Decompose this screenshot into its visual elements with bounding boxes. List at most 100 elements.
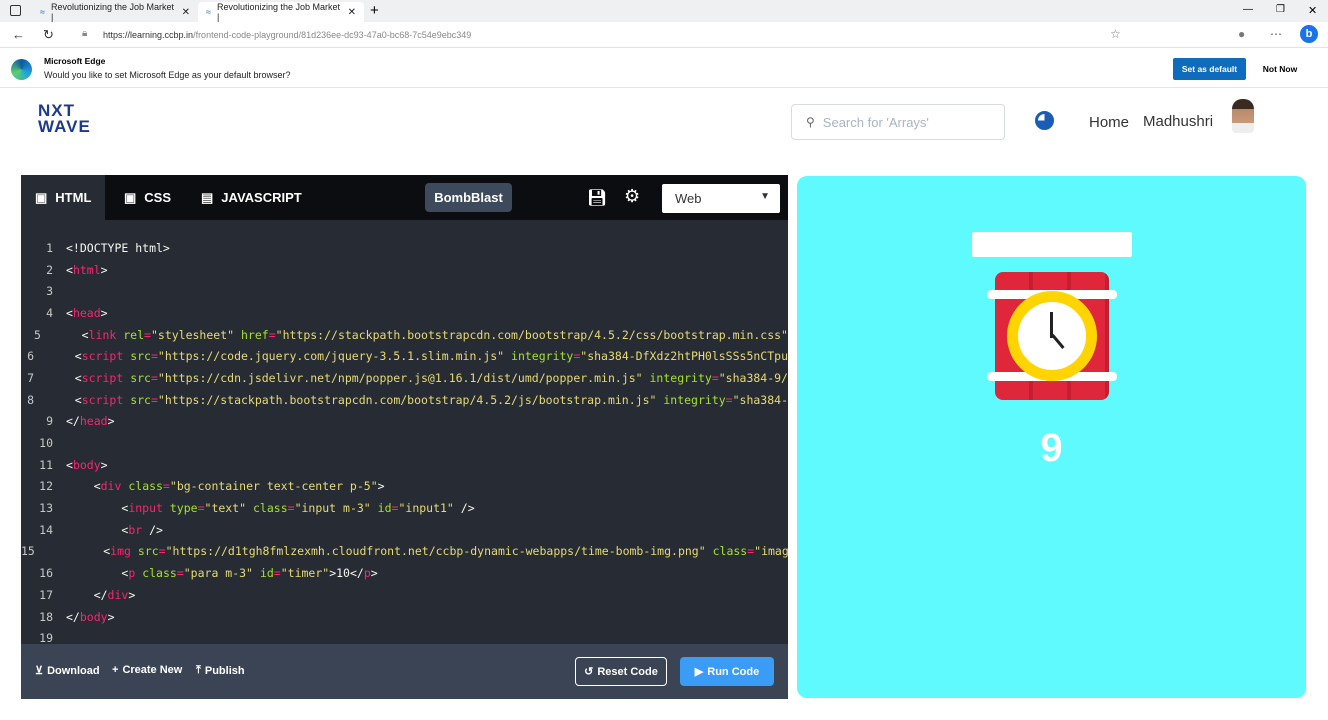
avatar[interactable] [1232, 99, 1254, 133]
close-window-icon[interactable]: ✕ [1308, 4, 1317, 17]
code-line[interactable]: 9 </head > [21, 411, 788, 433]
publish-button[interactable]: ⤒ Publish [196, 664, 245, 677]
line-number: 1 [46, 240, 53, 255]
code-line[interactable]: 17 </div > [21, 584, 788, 606]
close-tab-icon[interactable]: ✕ [182, 7, 190, 18]
code-token: "text" [204, 501, 247, 516]
code-line[interactable]: 11 < body > [21, 454, 788, 476]
resize-handle[interactable] [790, 405, 793, 445]
save-icon[interactable]: 💾︎ [587, 188, 607, 208]
code-line[interactable]: 1 <!DOCTYPE html> [21, 237, 788, 259]
create-label: Create New [122, 664, 183, 676]
code-token: "timer" [280, 566, 330, 581]
code-line[interactable]: 8 < script src = "https://stackpath.bootstr… [21, 389, 788, 411]
code-token: > [107, 414, 115, 429]
browser-tab[interactable]: ≈ Revolutionizing the Job Market | ✕ [32, 2, 198, 22]
code-editor: ▣ HTML ▣ CSS ▤ JAVASCRIPT BombBlast 💾︎ ⚙ We… [21, 175, 789, 699]
download-button[interactable]: ⊻ Download [35, 664, 100, 678]
url-field[interactable]: https://learning.ccbp.in/frontend-code-p… [103, 30, 471, 40]
code-line[interactable]: 5 < link rel = "stylesheet" href = "https://s… [21, 324, 788, 346]
code-token: = [268, 327, 276, 342]
search-input[interactable]: ⚲ Search for 'Arrays' [791, 104, 1005, 140]
default-browser-notification: Microsoft Edge Would you like to set Mic… [0, 49, 1328, 88]
code-token: head [72, 305, 101, 320]
tab-actions-icon[interactable] [10, 5, 21, 16]
tab-label: CSS [144, 190, 172, 205]
profile-icon[interactable]: ● [1238, 27, 1245, 41]
back-icon[interactable]: ← [12, 27, 25, 42]
publish-label: Publish [204, 664, 245, 677]
code-token: = [197, 501, 205, 516]
text-input[interactable] [972, 232, 1132, 257]
code-line[interactable]: 12 < div class = "bg-container text-center … [21, 476, 788, 498]
gear-icon[interactable]: ⚙ [624, 186, 640, 207]
code-token: script [81, 392, 124, 407]
line-number: 6 [27, 349, 35, 364]
code-line[interactable]: 2 < html > [21, 259, 788, 281]
view-select[interactable]: Web ▼ [662, 184, 780, 213]
code-line[interactable]: 16 < p class = "para m-3" id = "timer" >10</p > [21, 562, 788, 584]
stopwatch-icon[interactable] [1035, 111, 1054, 130]
code-token: script [81, 349, 124, 364]
code-token: > [100, 262, 108, 277]
reset-code-button[interactable]: ↺ Reset Code [575, 657, 667, 686]
code-token: input [128, 501, 163, 516]
code-line[interactable]: 13 < input type = "text" class = "input m-3" … [21, 497, 788, 519]
code-token: "sha384-DfXdz2htPH0lsSSs5nCTpu [580, 349, 788, 364]
line-number: 18 [39, 609, 53, 624]
code-line[interactable]: 7 < script src = "https://cdn.jsdelivr.net/… [21, 367, 788, 389]
code-token: "para m-3" [183, 566, 253, 581]
favorites-icon[interactable]: ☆ [1110, 27, 1121, 41]
not-now-button[interactable]: Not Now [1256, 58, 1304, 80]
browser-tab-active[interactable]: ≈ Revolutionizing the Job Market | ✕ [198, 2, 364, 22]
refresh-icon[interactable]: ↻ [43, 27, 54, 43]
code-token: < [66, 479, 101, 494]
code-line[interactable]: 10 [21, 432, 788, 454]
code-token: = [391, 501, 399, 516]
code-token: = [747, 544, 755, 559]
set-as-default-button[interactable]: Set as default [1173, 58, 1246, 80]
project-name-button[interactable]: BombBlast [425, 183, 512, 212]
code-line[interactable]: 3 [21, 280, 788, 302]
code-token: "https://stackpath.bootstrapcdn.com/boot… [275, 327, 788, 342]
user-name[interactable]: Madhushri [1143, 113, 1213, 130]
line-number: 15 [21, 544, 35, 559]
code-token: class [253, 501, 288, 516]
code-line[interactable]: 4 < head > [21, 302, 788, 324]
nxtwave-logo[interactable]: NXT WAVE [38, 102, 91, 136]
home-link[interactable]: Home [1089, 114, 1129, 131]
run-code-button[interactable]: ▶ Run Code [680, 657, 774, 686]
restore-icon[interactable]: ❐ [1276, 4, 1285, 15]
minimize-icon[interactable]: — [1243, 4, 1253, 15]
code-token: id [377, 501, 392, 516]
code-token: src [130, 392, 151, 407]
logo-text: WAVE [38, 117, 91, 136]
code-line[interactable]: 14 < br /> [21, 519, 788, 541]
lock-icon: 🔒︎ [82, 28, 88, 39]
code-line[interactable]: 18 </body > [21, 606, 788, 628]
new-tab-icon[interactable]: + [370, 2, 379, 19]
code-token: p [128, 566, 136, 581]
tab-html[interactable]: ▣ HTML [21, 175, 106, 220]
extensions-icon[interactable]: ⋯ [1270, 27, 1282, 41]
code-token: div [107, 587, 129, 602]
tab-css[interactable]: ▣ CSS [110, 175, 185, 220]
code-token: body [72, 457, 101, 472]
code-token: < [47, 392, 82, 407]
tab-javascript[interactable]: ▤ JAVASCRIPT [187, 175, 316, 220]
create-new-button[interactable]: + Create New [112, 664, 182, 676]
bing-icon[interactable]: b [1300, 25, 1318, 43]
code-token: >10</ [329, 566, 364, 581]
code-line[interactable]: 6 < script src = "https://code.jquery.com/j… [21, 345, 788, 367]
play-icon: ▶ [694, 666, 704, 678]
code-area[interactable]: 1 <!DOCTYPE html> 2 < html >3 4 < head >5 < link r… [21, 237, 789, 649]
favicon-icon: ≈ [40, 7, 45, 17]
close-tab-icon[interactable]: ✕ [348, 7, 356, 18]
code-line[interactable]: 15 < img src = "https://d1tgh8fmlzexmh.clou… [21, 541, 789, 563]
